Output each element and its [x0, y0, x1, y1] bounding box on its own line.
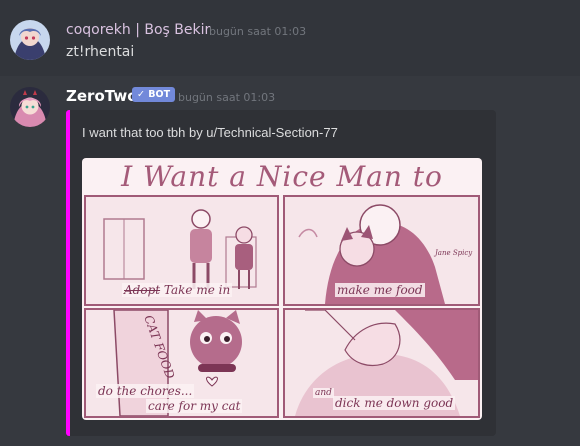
- comic-panel-1: Adopt Take me in: [84, 195, 279, 306]
- comic-panel-2: make me food Jane Spicy: [283, 195, 480, 306]
- artist-signature: Jane Spicy: [435, 249, 473, 257]
- panel-caption: do the chores...: [96, 384, 195, 398]
- panel-caption: dick me down good: [333, 396, 456, 410]
- timestamp: bugün saat 01:03: [178, 91, 276, 104]
- embed: I want that too tbh by u/Technical-Secti…: [66, 110, 496, 436]
- embed-description: I want that too tbh by u/Technical-Secti…: [82, 125, 338, 140]
- bot-badge: ✓ BOT: [132, 87, 176, 102]
- panel-caption-and: and: [313, 388, 334, 398]
- message-content: zt!rhentai: [66, 44, 135, 60]
- comic-title: I Want a Nice Man to: [121, 160, 443, 193]
- bot-avatar[interactable]: [10, 87, 50, 127]
- comic-panel-4: and dick me down good: [283, 308, 480, 418]
- embed-accent-bar: [66, 110, 70, 436]
- author-name[interactable]: coqorekh | Boş Bekir: [66, 22, 210, 38]
- embed-image[interactable]: I Want a Nice Man to Adopt Take me in ma…: [82, 158, 482, 420]
- user-avatar[interactable]: [10, 20, 50, 60]
- author-name[interactable]: ZeroTwo: [66, 87, 138, 105]
- panel-caption: make me food: [335, 283, 425, 297]
- message-1: coqorekh | Boş Bekir bugün saat 01:03 zt…: [0, 0, 580, 76]
- comic-panel-3: CAT FOOD do the chores... care for my ca…: [84, 308, 279, 418]
- timestamp: bugün saat 01:03: [209, 25, 307, 38]
- panel-caption: Adopt Take me in: [122, 283, 233, 297]
- panel-caption: care for my cat: [146, 399, 243, 413]
